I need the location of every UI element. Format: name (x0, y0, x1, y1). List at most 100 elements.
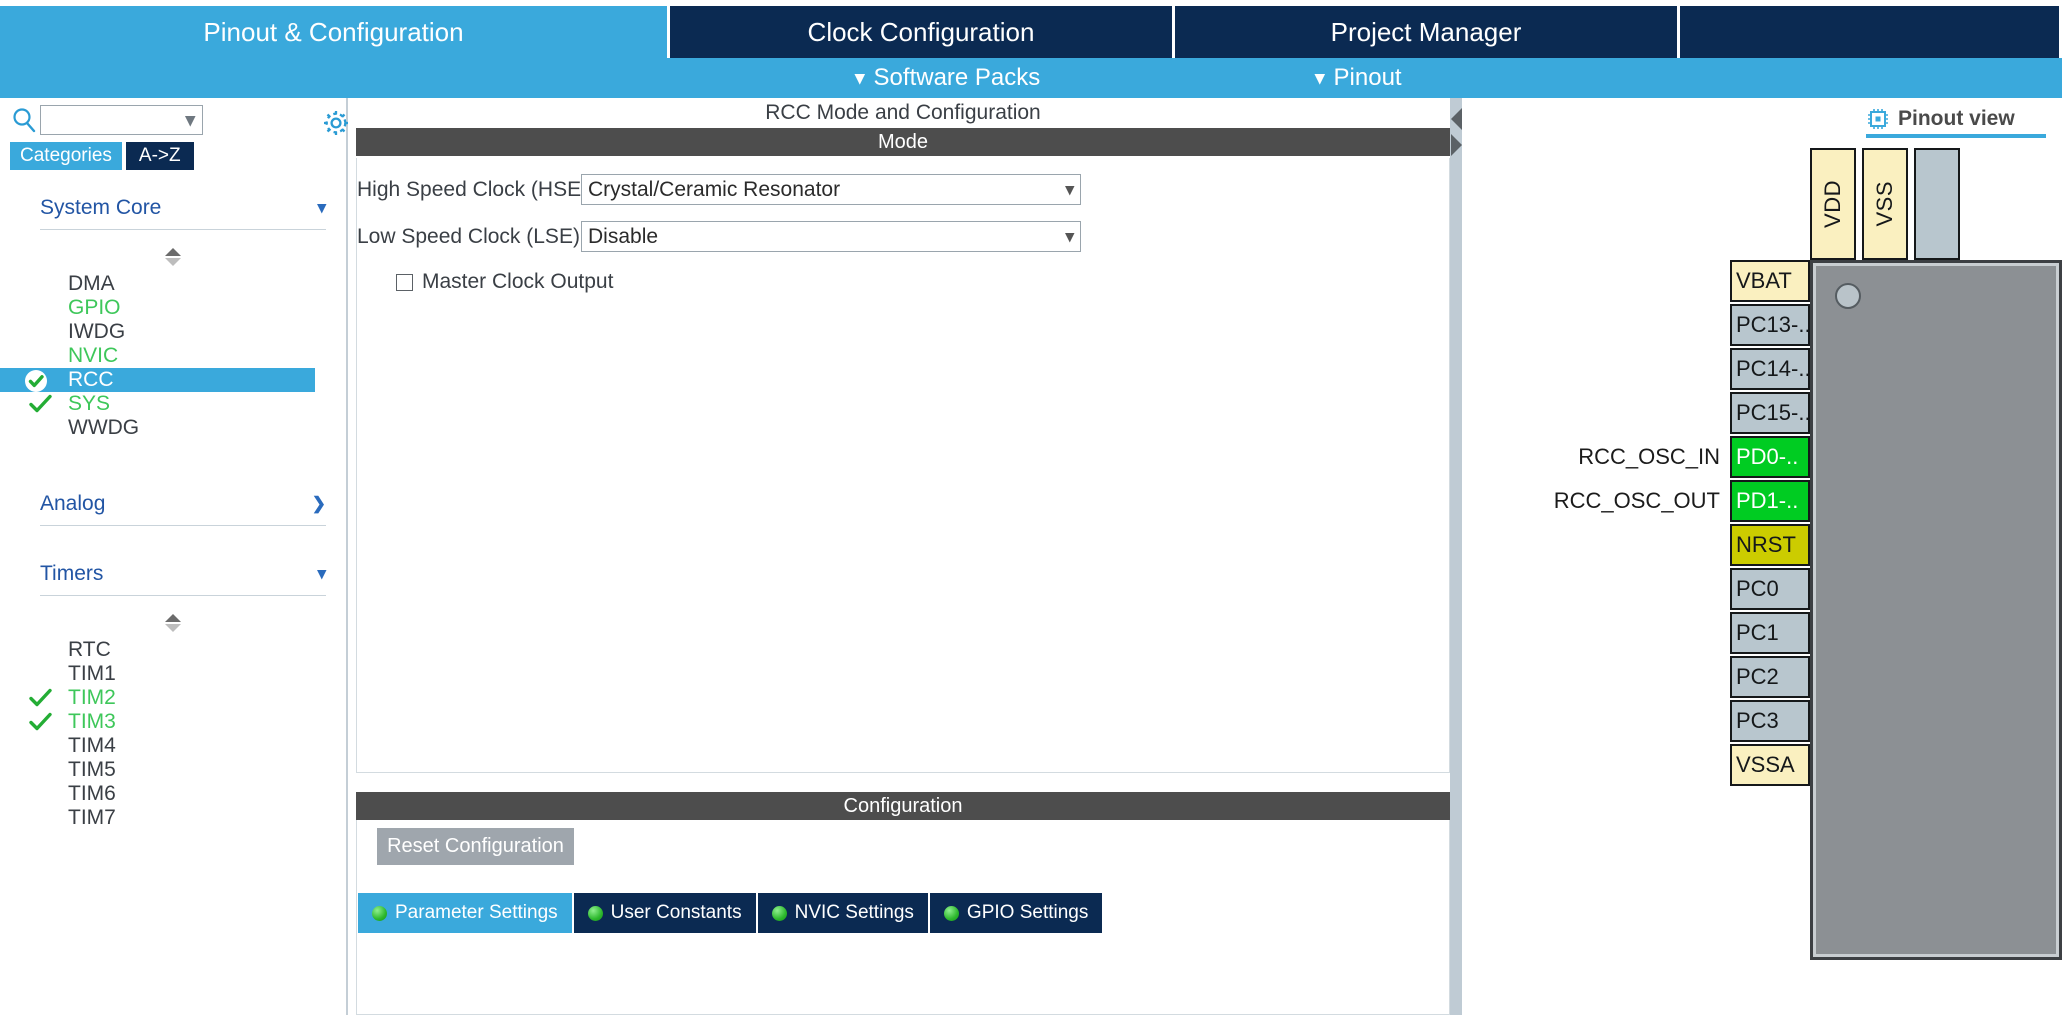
pin-pc3[interactable]: PC3 (1730, 700, 1810, 742)
peripheral-item-tim5[interactable]: TIM5 (0, 758, 346, 782)
peripheral-item-tim4[interactable]: TIM4 (0, 734, 346, 758)
pin-vss[interactable]: VSS (1862, 148, 1908, 260)
peripheral-item-wwdg[interactable]: WWDG (0, 416, 346, 440)
tab-project-manager[interactable]: Project Manager (1175, 6, 1680, 58)
pinout-panel: Pinout view VDD VSS VBAT PC13-.. PC14-..… (1462, 98, 2062, 1015)
pin-nrst[interactable]: NRST (1730, 524, 1810, 566)
reset-configuration-button[interactable]: Reset Configuration (377, 828, 574, 865)
pin-label: VDD (1820, 180, 1845, 228)
scroll-spinner-up[interactable] (0, 244, 346, 270)
lse-combobox[interactable]: Disable ▾ (581, 221, 1081, 252)
pin-pc0[interactable]: PC0 (1730, 568, 1810, 610)
pin-pc1[interactable]: PC1 (1730, 612, 1810, 654)
peripheral-tree[interactable]: System Core ▾ DMA GPIO IWDG NVIC RCC SYS… (0, 170, 346, 1015)
pin-pc2[interactable]: PC2 (1730, 656, 1810, 698)
pin-pc14[interactable]: PC14-.. (1730, 348, 1811, 390)
peripheral-item-tim1[interactable]: TIM1 (0, 662, 346, 686)
search-input[interactable]: ▾ (40, 105, 203, 135)
pin-pc13[interactable]: PC13-.. (1730, 304, 1811, 346)
item-label: TIM2 (68, 686, 116, 709)
peripheral-item-rcc[interactable]: RCC (0, 368, 315, 392)
gear-icon[interactable] (320, 107, 352, 139)
tab-gpio-settings[interactable]: GPIO Settings (929, 893, 1105, 933)
tab-pinout-view[interactable]: Pinout view (1866, 104, 2046, 138)
group-header-timers[interactable]: Timers ▾ (40, 552, 326, 596)
pin-vssa[interactable]: VSSA (1730, 744, 1810, 786)
peripheral-item-gpio[interactable]: GPIO (0, 296, 346, 320)
collapse-right-arrow-icon[interactable] (1451, 134, 1462, 156)
pin-signal-rcc-osc-out: RCC_OSC_OUT (1462, 488, 1720, 514)
tab-tools[interactable] (1680, 6, 2062, 58)
peripheral-item-tim3[interactable]: TIM3 (0, 710, 346, 734)
spinner-down-arrow (165, 624, 181, 632)
pin-label: PC3 (1736, 708, 1779, 733)
chip-diagram[interactable]: VDD VSS VBAT PC13-.. PC14-.. PC15-.. PD0… (1462, 148, 2062, 1015)
pin-pd0[interactable]: PD0-.. (1730, 436, 1810, 478)
item-label: TIM6 (68, 782, 116, 805)
tab-user-constants[interactable]: User Constants (573, 893, 758, 933)
pin-pc15[interactable]: PC15-.. (1730, 392, 1811, 434)
chip-package-body[interactable] (1810, 260, 2062, 960)
pin-vbat[interactable]: VBAT (1730, 260, 1810, 302)
search-row: ▾ (10, 102, 350, 138)
tab-pinout-configuration[interactable]: Pinout & Configuration (0, 6, 670, 58)
peripheral-item-sys[interactable]: SYS (0, 392, 346, 416)
tab-label: NVIC Settings (794, 902, 914, 923)
tab-label: A->Z (138, 145, 181, 166)
pin-label: VBAT (1736, 268, 1792, 293)
configuration-section-header: Configuration (356, 792, 1450, 820)
master-clock-output-checkbox[interactable] (396, 273, 413, 291)
collapse-left-arrow-icon[interactable] (1451, 108, 1462, 130)
button-label: Reset Configuration (387, 835, 564, 857)
peripheral-item-tim6[interactable]: TIM6 (0, 782, 346, 806)
panel-splitter[interactable] (1450, 98, 1462, 1015)
peripheral-item-dma[interactable]: DMA (0, 272, 346, 296)
item-label: TIM5 (68, 758, 116, 781)
pin-label: PC14-.. (1736, 356, 1811, 381)
tab-nvic-settings[interactable]: NVIC Settings (757, 893, 930, 933)
chevron-down-icon: ▾ (1065, 226, 1074, 246)
item-label: SYS (68, 392, 111, 415)
tab-parameter-settings[interactable]: Parameter Settings (358, 893, 574, 933)
tab-categories[interactable]: Categories (10, 142, 122, 170)
lse-value: Disable (588, 224, 659, 248)
chevron-down-icon: ▾ (855, 67, 865, 89)
tab-label: Parameter Settings (395, 902, 558, 923)
sidebar-view-tabs: Categories A->Z (10, 142, 194, 170)
pin-pd1[interactable]: PD1-.. (1730, 480, 1810, 522)
tab-label: Clock Configuration (807, 16, 1035, 47)
peripheral-item-rtc[interactable]: RTC (0, 638, 346, 662)
peripheral-item-tim2[interactable]: TIM2 (0, 686, 346, 710)
chevron-down-icon: ▾ (1065, 179, 1074, 199)
group-title: System Core (40, 195, 162, 219)
pin-top-3[interactable] (1914, 148, 1960, 260)
scroll-spinner-up-timers[interactable] (0, 610, 346, 636)
pin-label: PC0 (1736, 576, 1779, 601)
green-dot-icon (587, 905, 603, 921)
check-icon (28, 393, 58, 415)
peripheral-item-tim7[interactable]: TIM7 (0, 806, 346, 830)
group-header-system-core[interactable]: System Core ▾ (40, 186, 326, 230)
system-core-list: DMA GPIO IWDG NVIC RCC SYS WWDG (0, 272, 346, 440)
hse-value: Crystal/Ceramic Resonator (588, 177, 841, 201)
hse-combobox[interactable]: Crystal/Ceramic Resonator ▾ (581, 174, 1081, 205)
main-tab-bar: Pinout & Configuration Clock Configurati… (0, 6, 2062, 58)
pin-vdd[interactable]: VDD (1810, 148, 1856, 260)
menu-software-packs[interactable]: ▾ Software Packs (855, 58, 1040, 98)
menu-pinout[interactable]: ▾ Pinout (1315, 58, 1402, 98)
tab-clock-configuration[interactable]: Clock Configuration (670, 6, 1175, 58)
section-header-text: Configuration (843, 794, 963, 817)
pin-label: PC2 (1736, 664, 1779, 689)
peripheral-item-nvic[interactable]: NVIC (0, 344, 346, 368)
signal-text: RCC_OSC_OUT (1553, 488, 1720, 513)
item-label: RTC (68, 638, 111, 661)
signal-text: RCC_OSC_IN (1578, 444, 1720, 469)
master-clock-output-row[interactable]: Master Clock Output (396, 270, 1449, 294)
peripheral-item-iwdg[interactable]: IWDG (0, 320, 346, 344)
item-label: WWDG (68, 416, 140, 439)
spinner-down-arrow (165, 258, 181, 266)
tab-a-to-z[interactable]: A->Z (125, 142, 194, 170)
group-header-analog[interactable]: Analog ❯ (40, 482, 326, 526)
field-label-lse: Low Speed Clock (LSE) (357, 224, 580, 248)
pin-label: VSS (1872, 181, 1897, 227)
